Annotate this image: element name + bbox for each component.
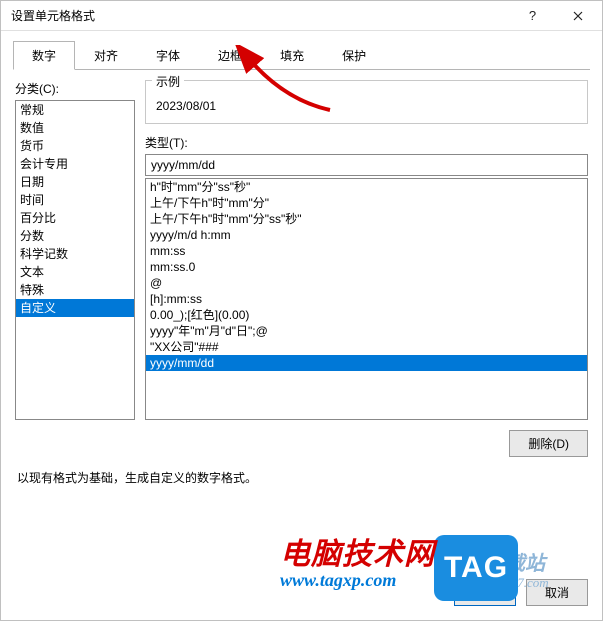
sample-value: 2023/08/01 [156, 99, 577, 113]
category-item[interactable]: 时间 [16, 191, 134, 209]
category-item[interactable]: 科学记数 [16, 245, 134, 263]
type-option[interactable]: yyyy/m/d h:mm [146, 227, 587, 243]
tab-protection[interactable]: 保护 [323, 41, 385, 70]
category-column: 分类(C): 常规数值货币会计专用日期时间百分比分数科学记数文本特殊自定义 [15, 80, 135, 420]
category-item[interactable]: 数值 [16, 119, 134, 137]
titlebar: 设置单元格格式 ? [1, 1, 602, 31]
type-option[interactable]: 上午/下午h"时"mm"分"ss"秒" [146, 211, 587, 227]
close-button[interactable] [555, 2, 600, 30]
tab-fill[interactable]: 填充 [261, 41, 323, 70]
tab-alignment[interactable]: 对齐 [75, 41, 137, 70]
tab-number[interactable]: 数字 [13, 41, 75, 70]
category-item[interactable]: 分数 [16, 227, 134, 245]
category-item[interactable]: 自定义 [16, 299, 134, 317]
delete-button[interactable]: 删除(D) [509, 430, 588, 457]
type-label: 类型(T): [145, 134, 588, 151]
format-cells-dialog: 设置单元格格式 ? 数字 对齐 字体 边框 填充 保护 分类(C): 常规数值货… [0, 0, 603, 621]
close-icon [573, 11, 583, 21]
main-row: 分类(C): 常规数值货币会计专用日期时间百分比分数科学记数文本特殊自定义 示例… [15, 80, 588, 420]
window-title: 设置单元格格式 [11, 7, 510, 24]
delete-row: 删除(D) [15, 420, 588, 463]
sample-legend: 示例 [152, 73, 184, 90]
sample-group: 示例 2023/08/01 [145, 80, 588, 124]
tab-font[interactable]: 字体 [137, 41, 199, 70]
type-option[interactable]: yyyy/mm/dd [146, 355, 587, 371]
type-option[interactable]: "XX公司"### [146, 339, 587, 355]
details-column: 示例 2023/08/01 类型(T): h"时"mm"分"ss"秒"上午/下午… [145, 80, 588, 420]
category-item[interactable]: 货币 [16, 137, 134, 155]
type-option[interactable]: @ [146, 275, 587, 291]
category-item[interactable]: 常规 [16, 101, 134, 119]
type-option[interactable]: mm:ss.0 [146, 259, 587, 275]
type-option[interactable]: [h]:mm:ss [146, 291, 587, 307]
help-button[interactable]: ? [510, 2, 555, 30]
tab-content: 分类(C): 常规数值货币会计专用日期时间百分比分数科学记数文本特殊自定义 示例… [1, 70, 602, 567]
type-option[interactable]: yyyy"年"m"月"d"日";@ [146, 323, 587, 339]
type-option[interactable]: 0.00_);[红色](0.00) [146, 307, 587, 323]
tab-border[interactable]: 边框 [199, 41, 261, 70]
type-option[interactable]: 上午/下午h"时"mm"分" [146, 195, 587, 211]
category-listbox[interactable]: 常规数值货币会计专用日期时间百分比分数科学记数文本特殊自定义 [15, 100, 135, 420]
type-listbox[interactable]: h"时"mm"分"ss"秒"上午/下午h"时"mm"分"上午/下午h"时"mm"… [145, 178, 588, 420]
category-item[interactable]: 特殊 [16, 281, 134, 299]
category-item[interactable]: 文本 [16, 263, 134, 281]
tab-strip: 数字 对齐 字体 边框 填充 保护 [1, 31, 602, 70]
tab-underline [13, 69, 590, 70]
cancel-button[interactable]: 取消 [526, 579, 588, 606]
category-item[interactable]: 百分比 [16, 209, 134, 227]
category-item[interactable]: 日期 [16, 173, 134, 191]
tag-badge: TAG [434, 535, 518, 601]
type-option[interactable]: h"时"mm"分"ss"秒" [146, 179, 587, 195]
type-input[interactable] [145, 154, 588, 176]
category-item[interactable]: 会计专用 [16, 155, 134, 173]
type-option[interactable]: mm:ss [146, 243, 587, 259]
category-label: 分类(C): [15, 80, 135, 97]
hint-text: 以现有格式为基础，生成自定义的数字格式。 [15, 463, 588, 486]
